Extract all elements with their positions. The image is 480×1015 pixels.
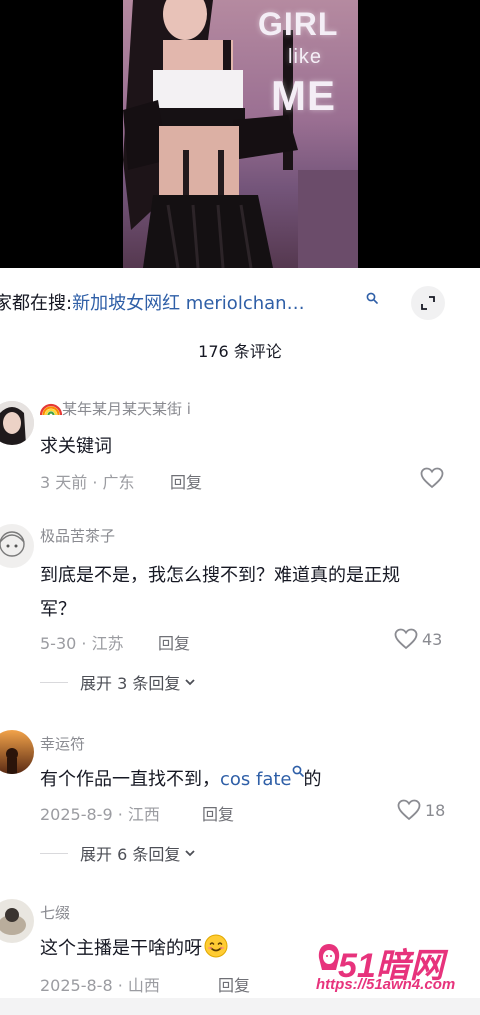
like-button[interactable]	[420, 467, 444, 489]
search-icon[interactable]	[366, 292, 378, 304]
comment-username[interactable]: 某年某月某天某街 i	[39, 398, 191, 419]
comment-username[interactable]: 七缀	[40, 902, 70, 923]
related-search-bar[interactable]: 家都在搜:新加坡女网红 meriolchan…	[0, 272, 480, 334]
expand-button[interactable]	[411, 286, 445, 320]
watermark-url: https://51awn4.com	[316, 976, 456, 993]
comment-count: 176 条评论	[198, 342, 282, 361]
expand-replies-button[interactable]: 展开 3 条回复	[40, 670, 196, 694]
like-count: 18	[425, 800, 446, 820]
heart-icon	[420, 467, 444, 489]
comment-text-line2: 军？	[40, 599, 76, 620]
heart-icon	[397, 799, 421, 821]
avatar[interactable]	[0, 730, 34, 774]
rainbow-emoji	[39, 403, 63, 416]
comment-text-suffix: 的	[303, 769, 322, 790]
divider	[40, 852, 68, 854]
chevron-down-icon	[185, 679, 195, 686]
comment-text: 求关键词	[40, 436, 112, 457]
video-player[interactable]: GIRL like ME	[0, 0, 480, 268]
avatar[interactable]	[0, 899, 34, 943]
video-overlay-me: ME	[271, 72, 336, 119]
comment-meta: 3 天前 · 广东	[40, 473, 135, 492]
comment-username[interactable]: 极品苦茶子	[40, 525, 115, 546]
reply-button[interactable]: 回复	[218, 972, 250, 996]
like-button[interactable]: 18	[397, 799, 445, 821]
expand-replies-label: 展开 3 条回复	[80, 674, 181, 693]
related-search-text[interactable]: 家都在搜:新加坡女网红 meriolchan…	[0, 289, 305, 315]
chevron-down-icon	[185, 850, 195, 857]
video-overlay-like: like	[288, 46, 323, 68]
heart-icon	[394, 628, 418, 650]
expand-replies-label: 展开 6 条回复	[80, 845, 181, 864]
search-keyword-link[interactable]: cos fate	[220, 769, 292, 790]
reply-button[interactable]: 回复	[202, 801, 234, 825]
divider	[40, 681, 68, 683]
avatar[interactable]	[0, 524, 34, 568]
reply-button[interactable]: 回复	[170, 469, 202, 493]
video-frame[interactable]: GIRL like ME	[123, 0, 358, 268]
comment-username[interactable]: 幸运符	[40, 733, 85, 754]
watermark: 51暗网 https://51awn4.com	[316, 938, 476, 1000]
video-overlay-girl: GIRL	[258, 6, 339, 42]
expand-icon	[421, 296, 435, 310]
comment-text: 有个作品一直找不到，cos fate 的	[40, 765, 322, 791]
comment-text-content: 这个主播是干啥的呀	[40, 938, 202, 959]
related-search-query[interactable]: 新加坡女网红 meriolchan…	[72, 293, 305, 314]
search-icon[interactable]	[292, 765, 304, 777]
comment-username-text: 某年某月某天某街 i	[62, 400, 191, 418]
comment-text: 这个主播是干啥的呀	[40, 934, 228, 960]
related-search-prefix: 家都在搜:	[0, 293, 73, 314]
comment-meta: 5-30 · 江苏	[40, 634, 124, 653]
comment-meta: 2025-8-9 · 江西	[40, 805, 160, 824]
comment-meta: 2025-8-8 · 山西	[40, 976, 160, 995]
like-button[interactable]: 43	[394, 628, 442, 650]
reply-button[interactable]: 回复	[158, 630, 190, 654]
avatar[interactable]	[0, 401, 34, 445]
bottom-edge	[0, 998, 480, 1015]
smile-emoji	[204, 934, 228, 958]
comment-text-prefix: 有个作品一直找不到，	[40, 769, 220, 790]
expand-replies-button[interactable]: 展开 6 条回复	[40, 841, 196, 865]
like-count: 43	[422, 629, 443, 649]
comment-text-line1: 到底是不是，我怎么搜不到？难道真的是正规	[40, 565, 400, 586]
